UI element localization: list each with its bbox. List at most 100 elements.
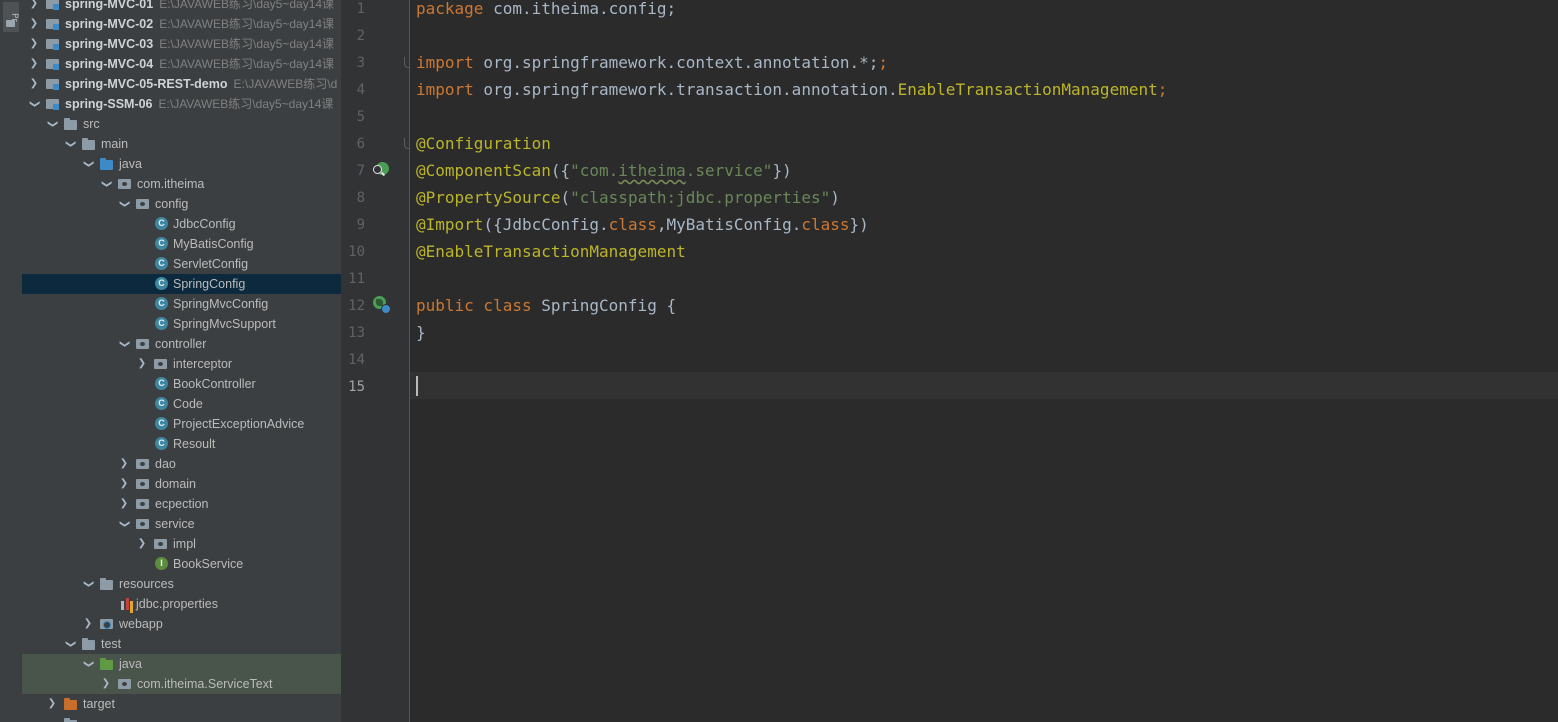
tree-row-source-root[interactable]: ❯ java	[22, 154, 341, 174]
folder-icon	[64, 118, 78, 130]
current-line-highlight	[410, 372, 1558, 399]
chevron-right-icon[interactable]: ❯	[118, 454, 130, 474]
class-icon: C	[155, 217, 168, 230]
tree-row-package[interactable]: ❯ controller	[22, 334, 341, 354]
package-icon	[136, 198, 150, 210]
tree-row-class-selected[interactable]: C SpringConfig	[22, 274, 341, 294]
module-folder-icon	[46, 38, 60, 50]
chevron-right-icon[interactable]: ❯	[28, 74, 40, 94]
tree-row-class[interactable]: C SpringMvcSupport	[22, 314, 341, 334]
line-number: 14	[348, 352, 365, 368]
tree-row-package[interactable]: ❯ com.itheima	[22, 174, 341, 194]
tree-row-folder[interactable]: ❯ main	[22, 134, 341, 154]
spring-bean-icon[interactable]	[373, 296, 391, 314]
chevron-down-icon[interactable]: ❯	[114, 198, 134, 210]
package-icon	[118, 178, 132, 190]
tree-row-class[interactable]: C MyBatisConfig	[22, 234, 341, 254]
tree-row-package[interactable]: ❯ config	[22, 194, 341, 214]
tree-row-file[interactable]: jdbc.properties	[22, 594, 341, 614]
chevron-down-icon[interactable]: ❯	[78, 658, 98, 670]
class-icon: C	[155, 417, 168, 430]
code-line-7: @ComponentScan({"com.itheima.service"})	[416, 161, 792, 180]
chevron-down-icon[interactable]: ❯	[42, 118, 62, 130]
tree-row-class[interactable]: C BookController	[22, 374, 341, 394]
chevron-down-icon[interactable]: ❯	[60, 138, 80, 150]
tree-row-package[interactable]: ❯ domain	[22, 474, 341, 494]
class-icon: C	[155, 297, 168, 310]
class-icon: C	[155, 237, 168, 250]
code-editor[interactable]: package com.itheima.config; import org.s…	[410, 0, 1558, 722]
spring-bean-search-icon[interactable]	[373, 162, 389, 178]
chevron-down-icon[interactable]: ❯	[114, 338, 134, 350]
chevron-right-icon[interactable]: ❯	[118, 474, 130, 494]
tree-row-folder[interactable]: ❯ src	[22, 114, 341, 134]
package-icon	[118, 678, 132, 690]
chevron-right-icon[interactable]: ❯	[28, 34, 40, 54]
line-number: 10	[348, 244, 365, 260]
chevron-down-icon[interactable]: ❯	[96, 178, 116, 190]
class-icon: C	[155, 377, 168, 390]
chevron-down-icon[interactable]: ❯	[114, 518, 134, 530]
tool-window-strip: Pr	[0, 0, 23, 722]
tree-row-class[interactable]: C SpringMvcConfig	[22, 294, 341, 314]
code-line-4: import org.springframework.transaction.a…	[416, 80, 1168, 99]
tree-row-class[interactable]: C ServletConfig	[22, 254, 341, 274]
code-line-6: @Configuration	[416, 134, 551, 153]
tree-row-partial	[22, 714, 341, 722]
excluded-folder-icon	[64, 698, 78, 710]
line-number: 3	[356, 55, 365, 71]
tree-row-module[interactable]: ❯ spring-MVC-03 E:\JAVAWEB练习\day5~day14课	[22, 34, 341, 54]
tree-row-class[interactable]: C Code	[22, 394, 341, 414]
tree-row-package[interactable]: ❯ ecpection	[22, 494, 341, 514]
chevron-down-icon[interactable]: ❯	[78, 158, 98, 170]
folder-icon	[82, 638, 96, 650]
class-icon: C	[155, 277, 168, 290]
tree-row-module[interactable]: ❯ spring-MVC-02 E:\JAVAWEB练习\day5~day14课	[22, 14, 341, 34]
chevron-down-icon[interactable]: ❯	[60, 638, 80, 650]
tree-row-module[interactable]: ❯ spring-MVC-04 E:\JAVAWEB练习\day5~day14课	[22, 54, 341, 74]
chevron-right-icon[interactable]: ❯	[136, 354, 148, 374]
module-folder-icon	[46, 98, 60, 110]
chevron-right-icon[interactable]: ❯	[82, 614, 94, 634]
tree-row-package[interactable]: ❯ impl	[22, 534, 341, 554]
chevron-right-icon[interactable]: ❯	[46, 694, 58, 714]
tree-row-package[interactable]: ❯ com.itheima.ServiceText	[22, 674, 341, 694]
tree-row-class[interactable]: C Resoult	[22, 434, 341, 454]
tree-row-module[interactable]: ❯ spring-SSM-06 E:\JAVAWEB练习\day5~day14课	[22, 94, 341, 114]
module-folder-icon	[46, 0, 60, 10]
line-number: 5	[356, 109, 365, 125]
package-icon	[136, 498, 150, 510]
tree-row-package[interactable]: ❯ interceptor	[22, 354, 341, 374]
project-tool-window-tab[interactable]: Pr	[3, 2, 19, 32]
package-icon	[154, 538, 168, 550]
project-tree: ❯ spring-MVC-01 E:\JAVAWEB练习\day5~day14课 …	[22, 0, 341, 722]
chevron-down-icon[interactable]: ❯	[24, 98, 44, 110]
line-number: 4	[356, 82, 365, 98]
tree-row-class[interactable]: C ProjectExceptionAdvice	[22, 414, 341, 434]
tree-row-folder[interactable]: ❯ webapp	[22, 614, 341, 634]
chevron-right-icon[interactable]: ❯	[28, 0, 40, 14]
class-icon: C	[155, 437, 168, 450]
tree-row-package[interactable]: ❯ dao	[22, 454, 341, 474]
tree-row-folder[interactable]: ❯ target	[22, 694, 341, 714]
tree-row-package[interactable]: ❯ service	[22, 514, 341, 534]
code-line-3: import org.springframework.context.annot…	[416, 53, 889, 72]
class-icon: C	[155, 317, 168, 330]
chevron-right-icon[interactable]: ❯	[136, 534, 148, 554]
tree-row-resources[interactable]: ❯ resources	[22, 574, 341, 594]
chevron-right-icon[interactable]: ❯	[100, 674, 112, 694]
package-icon	[136, 518, 150, 530]
module-folder-icon	[46, 18, 60, 30]
chevron-right-icon[interactable]: ❯	[28, 54, 40, 74]
editor-gutter: 1 2 3 4 5 6 7 8 9 10 11 12 13 14 15	[341, 0, 414, 722]
chevron-right-icon[interactable]: ❯	[118, 494, 130, 514]
tree-row-test-root[interactable]: ❯ java	[22, 654, 341, 674]
tree-row-module[interactable]: ❯ spring-MVC-05-REST-demo E:\JAVAWEB练习\d	[22, 74, 341, 94]
chevron-right-icon[interactable]: ❯	[28, 14, 40, 34]
chevron-down-icon[interactable]: ❯	[78, 578, 98, 590]
properties-file-icon	[120, 598, 134, 610]
tree-row-interface[interactable]: I BookService	[22, 554, 341, 574]
tree-row-class[interactable]: C JdbcConfig	[22, 214, 341, 234]
tree-row-module[interactable]: ❯ spring-MVC-01 E:\JAVAWEB练习\day5~day14课	[22, 0, 341, 14]
tree-row-folder[interactable]: ❯ test	[22, 634, 341, 654]
